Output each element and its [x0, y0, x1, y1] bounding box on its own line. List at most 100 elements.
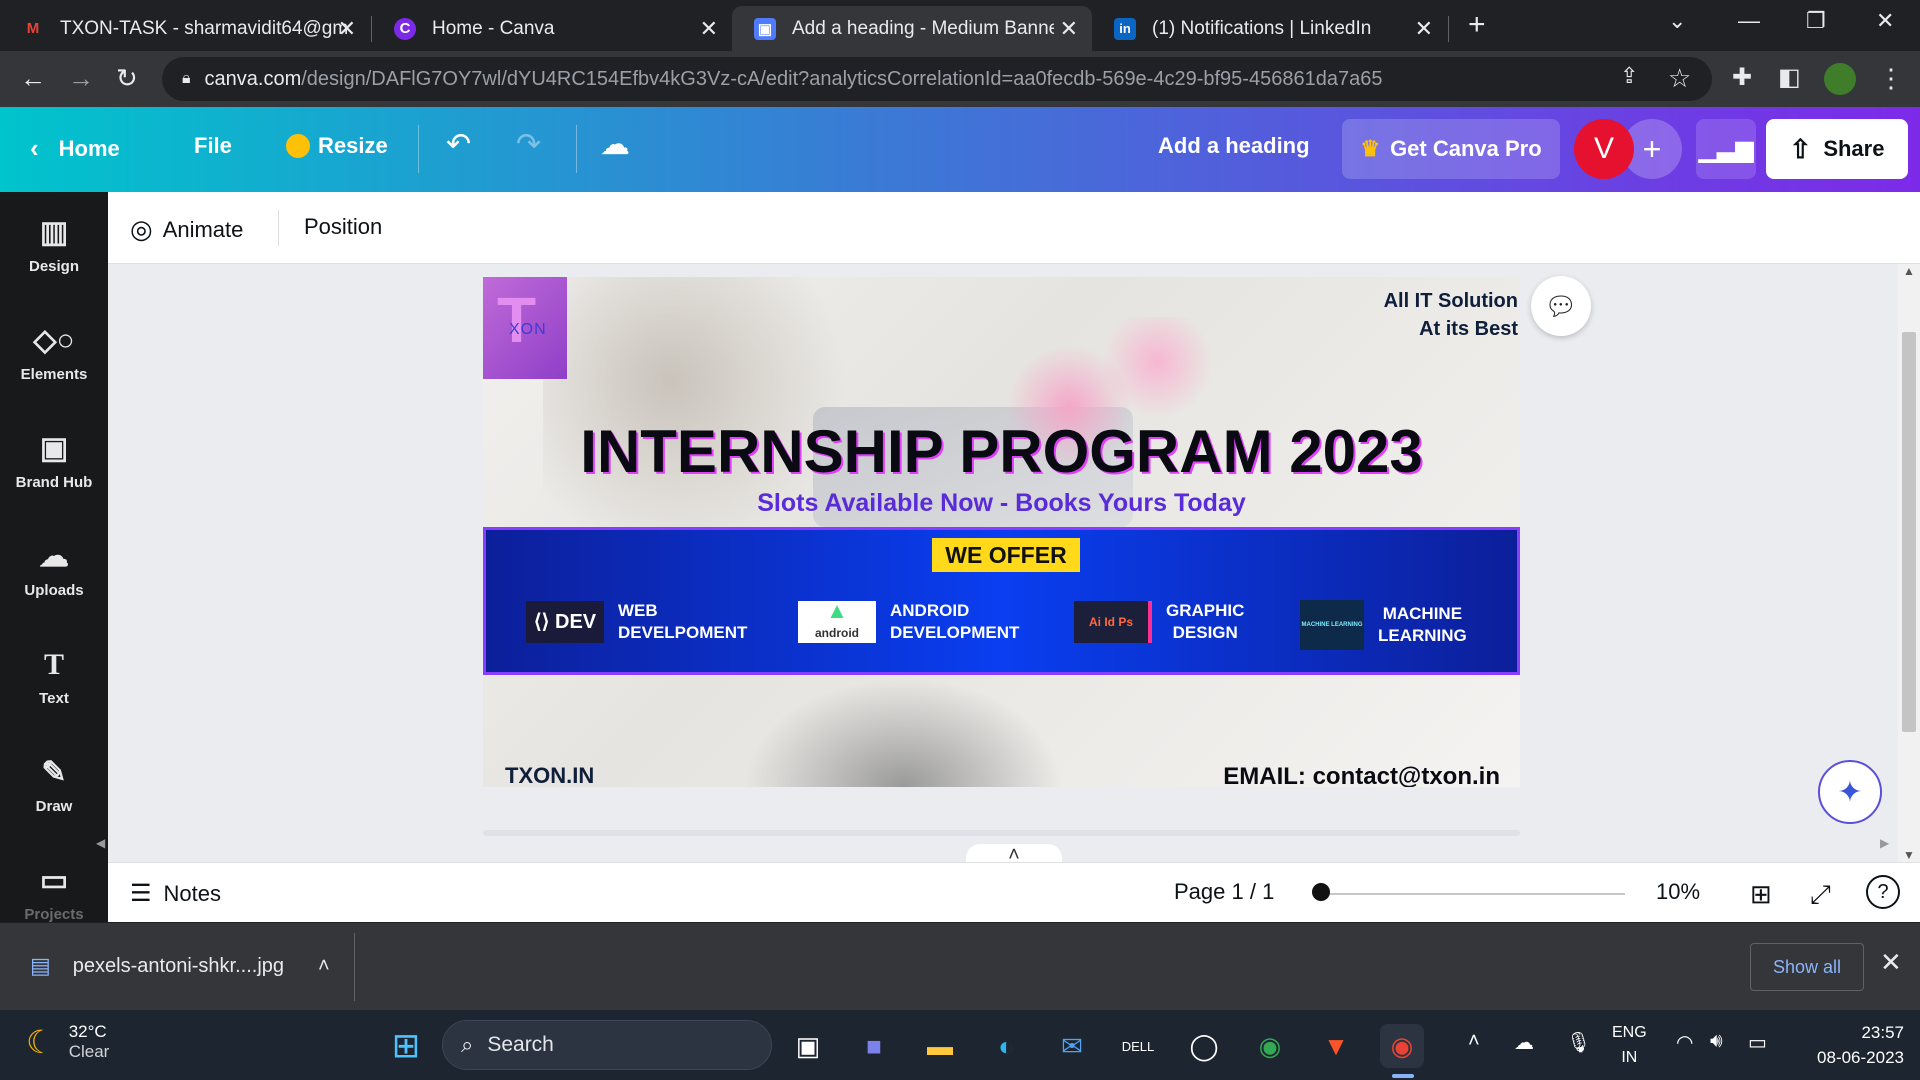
menu-icon[interactable]: ⋮	[1878, 63, 1904, 94]
tab-linkedin[interactable]: in (1) Notifications | LinkedIn ✕	[1092, 6, 1447, 51]
profile-avatar[interactable]	[1824, 63, 1856, 95]
share-button[interactable]: ⇧ Share	[1766, 119, 1908, 179]
animate-label: Animate	[162, 216, 244, 242]
cloud-saved-icon[interactable]: ☁	[600, 127, 630, 162]
tab-search-icon[interactable]: ⌄	[1668, 8, 1686, 34]
share-page-icon[interactable]: ⇪	[1620, 63, 1638, 89]
animate-button[interactable]: ◎ Animate	[130, 214, 243, 245]
chrome-icon[interactable]: ◉	[1248, 1024, 1292, 1068]
close-icon[interactable]: ✕	[1415, 16, 1433, 42]
zoom-slider-track[interactable]	[1320, 893, 1625, 895]
context-toolbar: ◎ Animate Position	[108, 192, 1920, 264]
grid-view-icon[interactable]: ⊞	[1750, 879, 1772, 910]
zoom-level[interactable]: 10%	[1656, 879, 1700, 905]
banner-site-url[interactable]: TXON.IN	[505, 763, 594, 787]
get-canva-pro-button[interactable]: ♛ Get Canva Pro	[1342, 119, 1560, 179]
offer-band[interactable]: WE OFFER ⟨⟩ DEV WEB DEVELPOMENT ▲ androi…	[483, 527, 1520, 675]
zoom-slider-handle[interactable]	[1312, 883, 1330, 901]
microphone-icon[interactable]: 🎙︎	[1566, 1030, 1591, 1055]
tab-canva-design[interactable]: ▣ Add a heading - Medium Banner ✕	[732, 6, 1092, 51]
reload-icon[interactable]: ↻	[116, 63, 138, 94]
teams-chat-icon[interactable]: ■	[852, 1024, 896, 1068]
position-button[interactable]: Position	[304, 214, 382, 240]
sidebar-item-projects[interactable]: ▭ Projects	[0, 860, 108, 922]
dell-icon[interactable]: DELL	[1116, 1024, 1160, 1068]
bookmark-star-icon[interactable]: ☆	[1668, 63, 1691, 94]
scroll-up-icon[interactable]: ▲	[1903, 264, 1915, 278]
sidebar-item-design[interactable]: ▥ Design	[0, 212, 108, 312]
redo-icon[interactable]: ↷	[516, 127, 541, 162]
restore-button[interactable]: ❐	[1806, 8, 1826, 34]
undo-icon[interactable]: ↶	[446, 127, 471, 162]
chevron-up-icon[interactable]: ˄	[318, 955, 330, 978]
vertical-scrollbar[interactable]: ▲ ▼	[1898, 264, 1920, 862]
banner-subline[interactable]: Slots Available Now - Books Yours Today	[483, 489, 1520, 518]
banner-email[interactable]: EMAIL: contact@txon.in	[1223, 763, 1500, 787]
resize-button[interactable]: Resize	[286, 133, 388, 159]
design-title[interactable]: Add a heading	[1158, 133, 1310, 159]
scroll-thumb[interactable]	[1902, 332, 1916, 732]
language-indicator[interactable]: ENG IN	[1612, 1020, 1647, 1070]
close-icon[interactable]: ✕	[700, 16, 718, 42]
task-view-icon[interactable]: ▣	[786, 1024, 830, 1068]
tab-canva-home[interactable]: C Home - Canva ✕	[372, 6, 732, 51]
scroll-right-icon[interactable]: ▶	[1880, 836, 1889, 850]
chrome-active-icon[interactable]: ◉	[1380, 1024, 1424, 1068]
show-all-button[interactable]: Show all	[1750, 943, 1864, 991]
brave-icon[interactable]: ▼	[1314, 1024, 1358, 1068]
help-icon[interactable]: ?	[1866, 875, 1900, 909]
forward-icon[interactable]: →	[68, 63, 94, 94]
close-icon[interactable]: ✕	[338, 16, 356, 42]
close-window-button[interactable]: ✕	[1876, 8, 1894, 34]
android-logo-text: android	[815, 626, 859, 640]
side-panel-icon[interactable]: ◧	[1778, 63, 1801, 92]
close-icon[interactable]: ✕	[1880, 947, 1902, 978]
tab-gmail[interactable]: M TXON-TASK - sharmavidit64@gm ✕	[0, 6, 370, 51]
minimize-button[interactable]: —	[1738, 8, 1760, 34]
sidebar-item-uploads[interactable]: ☁ Uploads	[0, 536, 108, 636]
sidebar-item-text[interactable]: T Text	[0, 644, 108, 744]
system-clock[interactable]: 23:57 08-06-2023	[1794, 1020, 1904, 1070]
banner-headline[interactable]: INTERNSHIP PROGRAM 2023	[483, 417, 1520, 486]
banner-design[interactable]: T XON All IT Solution At its Best INTERN…	[483, 277, 1520, 787]
address-bar[interactable]: 🔒︎ canva.com/design/DAFlG7OY7wl/dYU4RC15…	[162, 57, 1712, 101]
cloud-upload-icon: ☁	[39, 540, 69, 573]
onedrive-icon[interactable]: ☁	[1514, 1030, 1534, 1055]
mail-icon[interactable]: ✉	[1050, 1024, 1094, 1068]
magic-assistant-icon[interactable]: ✦	[1818, 760, 1882, 824]
dev-logo: ⟨⟩ DEV	[526, 601, 604, 643]
edge-icon[interactable]: ◐	[984, 1024, 1028, 1068]
close-icon[interactable]: ✕	[1060, 16, 1078, 42]
txon-logo[interactable]: T XON	[483, 277, 567, 379]
tray-expand-icon[interactable]: ˄	[1468, 1030, 1480, 1053]
scroll-left-icon[interactable]: ◀	[96, 836, 105, 850]
volume-icon[interactable]: 🔊︎	[1710, 1030, 1723, 1053]
taskbar-search[interactable]: ⌕ Search	[442, 1020, 772, 1070]
notes-button[interactable]: ☰ Notes	[130, 879, 221, 908]
scroll-down-icon[interactable]: ▼	[1903, 848, 1915, 862]
sidebar-item-brand-hub[interactable]: ▣ Brand Hub	[0, 428, 108, 528]
sidebar-item-draw[interactable]: ✎ Draw	[0, 752, 108, 852]
insights-icon[interactable]: ▁▃▆	[1696, 119, 1756, 179]
back-icon[interactable]: ←	[20, 63, 46, 94]
home-button[interactable]: ‹ Home	[30, 133, 120, 164]
layout-icon: ▥	[39, 216, 69, 249]
url-path: /design/DAFlG7OY7wl/dYU4RC154Efbv4kG3Vz-…	[301, 67, 1383, 90]
file-explorer-icon[interactable]: ▬	[918, 1024, 962, 1068]
user-avatar[interactable]: V	[1574, 119, 1634, 179]
tagline[interactable]: All IT Solution At its Best	[1384, 287, 1518, 343]
new-tab-button[interactable]: +	[1468, 8, 1486, 42]
wifi-icon[interactable]: ◠	[1676, 1030, 1693, 1055]
battery-icon[interactable]: ▭	[1748, 1030, 1767, 1055]
add-comment-icon[interactable]: 💬︎	[1531, 276, 1591, 336]
weather-widget[interactable]: ☾ 32°C Clear	[26, 1022, 109, 1062]
page-indicator[interactable]: Page 1 / 1	[1174, 879, 1274, 905]
weather-condition: Clear	[68, 1042, 110, 1061]
download-item[interactable]: ▤ pexels-antoni-shkr....jpg ˄	[30, 953, 330, 979]
sidebar-item-elements[interactable]: ◇○ Elements	[0, 320, 108, 420]
extensions-icon[interactable]: ✚	[1732, 63, 1752, 92]
windows-start-icon[interactable]: ⊞	[384, 1024, 428, 1068]
file-menu[interactable]: File	[194, 133, 232, 159]
fullscreen-icon[interactable]: ⤢	[1810, 879, 1831, 911]
whatsapp-icon[interactable]: ◯	[1182, 1024, 1226, 1068]
